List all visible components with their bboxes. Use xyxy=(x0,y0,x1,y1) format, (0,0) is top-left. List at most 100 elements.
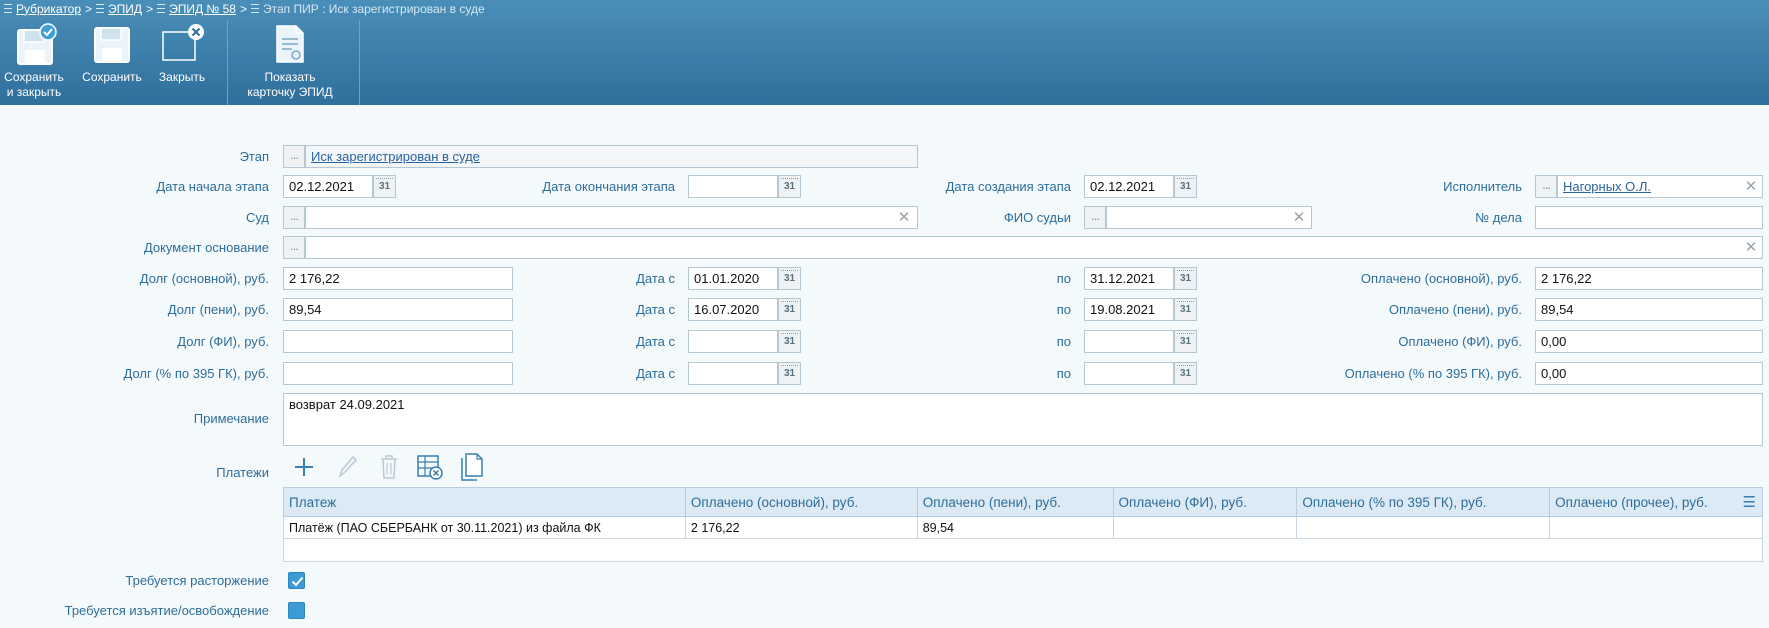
breadcrumb-epid[interactable]: ЭПИД xyxy=(108,2,142,16)
paid-fi-input[interactable]: 0,00 xyxy=(1535,330,1763,353)
debt-penalty-to-input[interactable]: 19.08.2021 xyxy=(1084,298,1174,321)
calendar-icon[interactable]: 31 xyxy=(1174,298,1197,321)
show-epid-card-button[interactable]: Показать карточку ЭПИД xyxy=(229,18,351,104)
clear-icon[interactable]: ✕ xyxy=(1744,240,1758,255)
executor-picker-button[interactable]: ... xyxy=(1535,175,1557,198)
stage-end-input[interactable] xyxy=(688,175,778,198)
base-document-input[interactable] xyxy=(305,236,1763,259)
add-payment-button[interactable] xyxy=(289,451,319,483)
table-settings-button[interactable] xyxy=(415,451,445,483)
close-button[interactable]: Закрыть xyxy=(152,18,212,104)
clear-icon[interactable]: ✕ xyxy=(897,210,911,225)
breadcrumb-current: Этап ПИР : Иск зарегистрирован в суде xyxy=(262,1,485,16)
judge-picker-button[interactable]: ... xyxy=(1084,206,1106,229)
calendar-icon[interactable]: 31 xyxy=(1174,330,1197,353)
debt-fi-to-input[interactable] xyxy=(1084,330,1174,353)
column-header-payment[interactable]: Платеж xyxy=(283,487,686,517)
save-and-close-label-2: и закрыть xyxy=(6,85,62,99)
paid-penalty-input[interactable]: 89,54 xyxy=(1535,298,1763,321)
termination-checkbox[interactable] xyxy=(288,572,305,589)
column-header-paid-other[interactable]: Оплачено (прочее), руб. ☰ xyxy=(1549,487,1763,517)
debt-fi-input[interactable] xyxy=(283,330,513,353)
judge-label: ФИО судьи xyxy=(1003,210,1071,225)
debt-395-from-input[interactable] xyxy=(688,362,778,385)
date-from-label: Дата с xyxy=(636,271,675,286)
court-picker-button[interactable]: ... xyxy=(283,206,305,229)
calendar-icon[interactable]: 31 xyxy=(778,362,801,385)
stage-picker-button[interactable]: ... xyxy=(283,145,305,168)
executor-link[interactable]: Нагорных О.Л. xyxy=(1563,179,1651,194)
seizure-label: Требуется изъятие/освобождение xyxy=(64,603,269,618)
table-row[interactable]: Платёж (ПАО СБЕРБАНК от 30.11.2021) из ф… xyxy=(283,516,1763,539)
stage-link[interactable]: Иск зарегистрирован в суде xyxy=(311,149,480,164)
debt-main-input[interactable]: 2 176,22 xyxy=(283,267,513,290)
court-input[interactable] xyxy=(305,206,918,229)
court-label: Суд xyxy=(245,210,269,225)
column-header-paid-penalty[interactable]: Оплачено (пени), руб. xyxy=(916,487,1114,517)
breadcrumb: Рубрикатор > ЭПИД > ЭПИД № 58 > Этап ПИР… xyxy=(4,1,485,16)
stage-created-input[interactable]: 02.12.2021 xyxy=(1084,175,1174,198)
clear-icon[interactable]: ✕ xyxy=(1744,179,1758,194)
calendar-icon[interactable]: 31 xyxy=(778,267,801,290)
date-to-label: по xyxy=(1056,366,1071,381)
debt-main-from-input[interactable]: 01.01.2020 xyxy=(688,267,778,290)
debt-395-to-input[interactable] xyxy=(1084,362,1174,385)
payments-table-header: Платеж Оплачено (основной), руб. Оплачен… xyxy=(283,487,1763,517)
seizure-checkbox[interactable] xyxy=(288,602,305,619)
debt-main-to-input[interactable]: 31.12.2021 xyxy=(1084,267,1174,290)
stage-start-input[interactable]: 02.12.2021 xyxy=(283,175,373,198)
check-icon xyxy=(291,576,304,587)
breadcrumb-epid-58[interactable]: ЭПИД № 58 xyxy=(169,2,236,16)
case-number-input[interactable] xyxy=(1535,206,1763,229)
judge-input[interactable] xyxy=(1106,206,1312,229)
debt-fi-from-input[interactable] xyxy=(688,330,778,353)
breadcrumb-separator: > xyxy=(239,1,247,16)
column-header-paid-other-label: Оплачено (прочее), руб. xyxy=(1555,494,1708,510)
stage-field: Иск зарегистрирован в суде xyxy=(305,145,918,168)
base-document-picker-button[interactable]: ... xyxy=(283,236,305,259)
debt-penalty-input[interactable]: 89,54 xyxy=(283,298,513,321)
debt-395-input[interactable] xyxy=(283,362,513,385)
breadcrumb-separator: > xyxy=(146,1,154,16)
executor-label: Исполнитель xyxy=(1443,179,1522,194)
column-header-paid-fi[interactable]: Оплачено (ФИ), руб. xyxy=(1112,487,1298,517)
menu-icon[interactable]: ☰ xyxy=(1743,493,1756,511)
date-to-label: по xyxy=(1056,302,1071,317)
note-textarea[interactable]: возврат 24.09.2021 xyxy=(283,393,1763,446)
paid-main-input[interactable]: 2 176,22 xyxy=(1535,267,1763,290)
clear-icon[interactable]: ✕ xyxy=(1292,210,1306,225)
paid-main-label: Оплачено (основной), руб. xyxy=(1360,271,1522,286)
save-button[interactable]: Сохранить xyxy=(76,18,148,104)
executor-field: Нагорных О.Л. xyxy=(1557,175,1763,198)
table-cancel-icon xyxy=(417,455,443,480)
calendar-icon[interactable]: 31 xyxy=(1174,175,1197,198)
paid-395-input[interactable]: 0,00 xyxy=(1535,362,1763,385)
show-card-label-2: карточку ЭПИД xyxy=(247,85,333,99)
save-and-close-button[interactable]: Сохранить и закрыть xyxy=(0,18,68,104)
calendar-icon[interactable]: 31 xyxy=(373,175,396,198)
copy-icon xyxy=(461,453,483,481)
paid-fi-label: Оплачено (ФИ), руб. xyxy=(1398,334,1522,349)
paid-penalty-label: Оплачено (пени), руб. xyxy=(1388,302,1522,317)
calendar-icon[interactable]: 31 xyxy=(778,298,801,321)
date-from-label: Дата с xyxy=(636,302,675,317)
delete-payment-button[interactable] xyxy=(374,451,404,483)
stage-created-label: Дата создания этапа xyxy=(945,179,1071,194)
calendar-icon[interactable]: 31 xyxy=(1174,267,1197,290)
copy-payment-button[interactable] xyxy=(457,451,487,483)
payments-label: Платежи xyxy=(216,465,269,480)
breadcrumb-rubricator[interactable]: Рубрикатор xyxy=(16,2,81,16)
debt-penalty-from-input[interactable]: 16.07.2020 xyxy=(688,298,778,321)
column-header-paid-395[interactable]: Оплачено (% по 395 ГК), руб. xyxy=(1296,487,1551,517)
table-cell xyxy=(1549,516,1763,539)
column-header-paid-main[interactable]: Оплачено (основной), руб. xyxy=(684,487,918,517)
document-card-icon xyxy=(272,18,308,70)
table-cell: Платёж (ПАО СБЕРБАНК от 30.11.2021) из ф… xyxy=(283,516,686,539)
calendar-icon[interactable]: 31 xyxy=(778,330,801,353)
edit-payment-button[interactable] xyxy=(331,451,361,483)
debt-fi-label: Долг (ФИ), руб. xyxy=(177,334,269,349)
calendar-icon[interactable]: 31 xyxy=(1174,362,1197,385)
date-from-label: Дата с xyxy=(636,366,675,381)
paid-395-label: Оплачено (% по 395 ГК), руб. xyxy=(1344,366,1522,381)
calendar-icon[interactable]: 31 xyxy=(778,175,801,198)
